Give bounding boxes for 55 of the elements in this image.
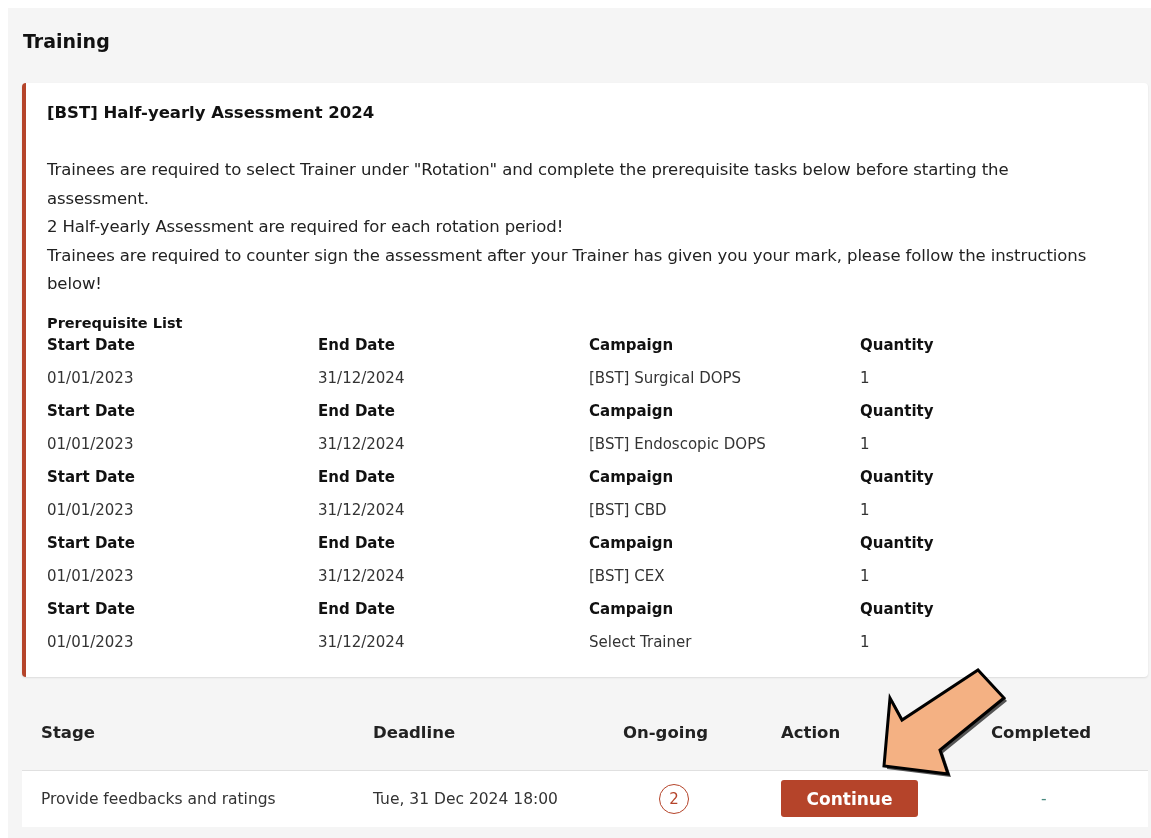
continue-button[interactable]: Continue xyxy=(781,780,918,817)
instruction-text: Trainees are required to counter sign the assessment after your Trainer has given you your mark, please follow the instructions below! xyxy=(47,244,1088,295)
column-label: Quantity xyxy=(860,402,935,420)
column-label: Start Date xyxy=(47,600,136,618)
prerequisite-title: Prerequisite List xyxy=(47,314,184,331)
table-cell-text: 31/12/2024 xyxy=(318,567,406,585)
table-cell-text: 1 xyxy=(860,369,871,387)
table-cell-text: 1 xyxy=(860,567,871,585)
table-cell-text: 31/12/2024 xyxy=(318,633,406,651)
table-cell-text: [BST] CEX xyxy=(589,567,666,585)
table-cell-text: 31/12/2024 xyxy=(318,435,406,453)
column-label: Quantity xyxy=(860,468,935,486)
column-label: End Date xyxy=(318,468,396,486)
column-header: On-going xyxy=(623,722,709,742)
section-title: Training xyxy=(22,29,111,54)
table-cell-text: Tue, 31 Dec 2024 18:00 xyxy=(373,789,559,808)
column-header: Action xyxy=(781,722,842,742)
column-label: Start Date xyxy=(47,468,136,486)
table-cell-text: [BST] Endoscopic DOPS xyxy=(589,435,767,453)
column-header: Stage xyxy=(41,722,96,742)
column-label: End Date xyxy=(318,534,396,552)
column-label: Campaign xyxy=(589,336,675,354)
instruction-text: Trainees are required to select Trainer under "Rotation" and complete the prerequisite tasks below before starting the assessment. xyxy=(47,159,1010,210)
column-label: Start Date xyxy=(47,402,136,420)
column-label: End Date xyxy=(318,402,396,420)
table-cell-text: 01/01/2023 xyxy=(47,369,135,387)
table-cell-text: Provide feedbacks and ratings xyxy=(41,789,277,808)
assessment-title: [BST] Half-yearly Assessment 2024 xyxy=(47,103,376,122)
column-label: Campaign xyxy=(589,600,675,618)
instruction-text: 2 Half-yearly Assessment are required for each rotation period! xyxy=(47,216,565,238)
table-cell-text: [BST] Surgical DOPS xyxy=(589,369,743,387)
column-header: Deadline xyxy=(373,722,457,742)
table-cell-text: 01/01/2023 xyxy=(47,633,135,651)
column-label: Campaign xyxy=(589,468,675,486)
column-label: End Date xyxy=(318,600,396,618)
column-header: Completed xyxy=(991,722,1093,742)
table-cell-text: Select Trainer xyxy=(589,633,693,651)
column-label: Quantity xyxy=(860,336,935,354)
table-cell-text: 1 xyxy=(860,633,871,651)
table-cell-text: 1 xyxy=(860,501,871,519)
column-label: Campaign xyxy=(589,402,675,420)
column-label: Start Date xyxy=(47,336,136,354)
table-cell-text: - xyxy=(1040,789,1047,808)
table-cell-text: 31/12/2024 xyxy=(318,501,406,519)
column-label: Start Date xyxy=(47,534,136,552)
column-label: Campaign xyxy=(589,534,675,552)
table-cell-text: 01/01/2023 xyxy=(47,567,135,585)
table-cell-text: 01/01/2023 xyxy=(47,435,135,453)
table-cell-text: [BST] CBD xyxy=(589,501,668,519)
table-cell-text: 1 xyxy=(860,435,871,453)
table-cell-text: 01/01/2023 xyxy=(47,501,135,519)
table-cell-text: 31/12/2024 xyxy=(318,369,406,387)
column-label: Quantity xyxy=(860,534,935,552)
column-label: End Date xyxy=(318,336,396,354)
column-label: Quantity xyxy=(860,600,935,618)
